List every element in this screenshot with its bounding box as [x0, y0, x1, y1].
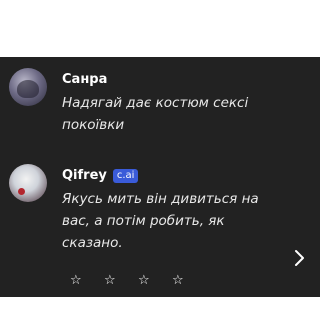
next-response-button[interactable] [289, 248, 309, 268]
rating-stars: ☆ ☆ ☆ ☆ [70, 273, 184, 288]
cai-badge: c.ai [112, 168, 139, 183]
chat-panel: Санра Надягай дає костюм сексі покоївки … [0, 57, 320, 297]
star-2[interactable]: ☆ [104, 273, 116, 288]
star-3[interactable]: ☆ [138, 273, 150, 288]
star-4[interactable]: ☆ [172, 273, 184, 288]
character-avatar[interactable] [9, 164, 47, 202]
chevron-right-icon [295, 250, 304, 266]
user-avatar[interactable] [9, 68, 47, 106]
message-header: Qifrey c.ai [62, 168, 139, 183]
message-text: Якусь мить він дивиться на вас, а потім … [62, 191, 259, 251]
message-header: Санра [62, 72, 107, 87]
author-name: Санра [62, 72, 108, 87]
star-1[interactable]: ☆ [70, 273, 82, 288]
message-text: Надягай дає костюм сексі покоївки [62, 95, 249, 133]
author-name: Qifrey [62, 168, 107, 183]
